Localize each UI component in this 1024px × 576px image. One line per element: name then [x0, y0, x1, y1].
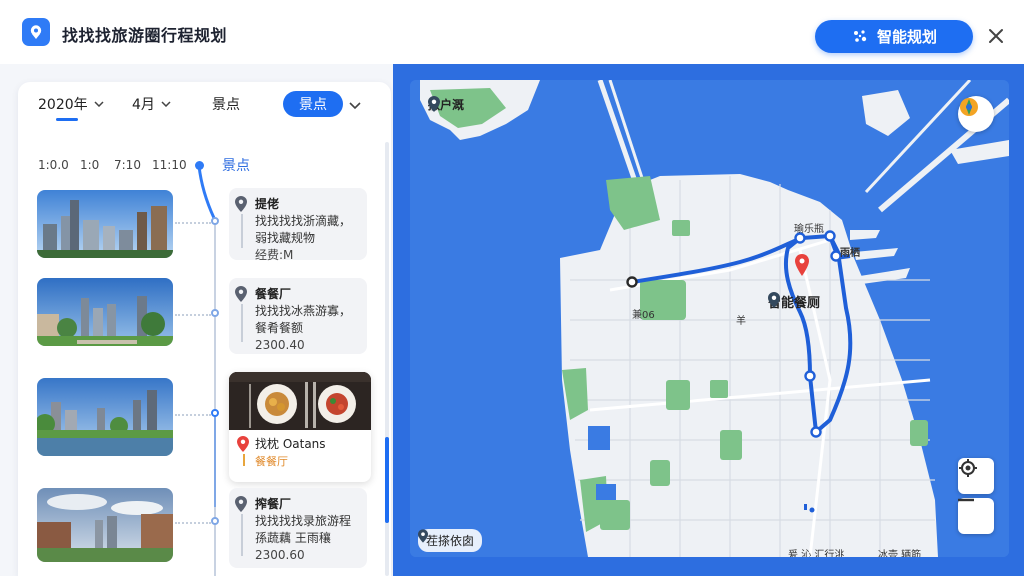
card-title: 提佬	[255, 197, 280, 211]
city-plaza-photo	[37, 488, 173, 562]
zoom-out-button[interactable]	[958, 498, 994, 534]
top-bar: 找找找旅游圈行程规划 智能规划	[0, 0, 1024, 64]
time-tick: 1:0.0	[38, 158, 69, 172]
map-street-label: 雨栖	[840, 248, 860, 259]
city-skyline-photo	[37, 190, 173, 258]
card-title: 找枕 Oatans	[255, 437, 326, 451]
map-street-label: 瑜乐瓶	[794, 224, 824, 235]
chevron-down-icon	[161, 101, 171, 107]
card-accent-bar	[241, 514, 243, 556]
location-pin-icon	[235, 196, 247, 212]
itinerary-card[interactable]: 提佬 找找找找浙滴藏，弱找藏规物 经费:M	[229, 188, 367, 262]
map-street-label: 冰壶 辆筋	[878, 550, 922, 557]
close-button[interactable]	[984, 24, 1008, 48]
active-category-chip[interactable]: 景点	[283, 91, 343, 117]
timeline-connector	[175, 314, 211, 316]
itinerary-card[interactable]: 餐餐厂 找找找冰燕游寡，餐肴餐额 2300.40	[229, 278, 367, 354]
location-pin-icon	[235, 286, 247, 302]
attraction-photo[interactable]	[37, 190, 173, 258]
location-pin-icon	[235, 496, 247, 512]
map-street-label: 兼06	[632, 310, 655, 321]
timeline-node[interactable]	[211, 409, 219, 417]
map-region-label[interactable]: 撒户溉	[428, 96, 464, 113]
map-street-label: 爰 沁 汇行洮	[788, 550, 845, 557]
map-poi-label[interactable]: 智能餐厕	[768, 292, 820, 311]
time-scale: 1:0.0 1:0 7:10 11:10	[38, 158, 208, 174]
timeline-connector	[175, 222, 211, 224]
restaurant-photo	[229, 372, 371, 430]
food-dish-photo	[229, 372, 371, 430]
city-park-photo	[37, 278, 173, 346]
time-tick: 11:10	[152, 158, 187, 172]
month-filter[interactable]: 4月	[132, 94, 171, 114]
locate-button[interactable]	[958, 458, 994, 494]
app-logo	[22, 18, 50, 46]
map-view[interactable]: 撒户溉 智能餐厕 瑜乐瓶 雨栖 兼06 羊 爰 沁 汇行洮 冰壶 辆筋 茬搽依囱	[410, 80, 1009, 557]
card-price: 2300.40	[255, 338, 305, 352]
chevron-down-icon	[94, 101, 104, 107]
category-filter-label: 景点	[212, 97, 240, 113]
location-pin-icon	[418, 529, 428, 543]
locate-icon	[959, 459, 977, 477]
map-compass[interactable]	[958, 96, 994, 132]
card-price: 2300.60	[255, 548, 305, 562]
red-location-pin-icon	[237, 436, 249, 452]
app-title: 找找找旅游圈行程规划	[62, 26, 228, 45]
chevron-down-icon	[349, 102, 361, 110]
timeline-node[interactable]	[211, 217, 219, 225]
map-canvas	[410, 80, 1009, 557]
location-pin-icon	[768, 292, 780, 308]
card-price: 经费:M	[255, 248, 294, 262]
year-filter[interactable]: 2020年	[38, 94, 104, 114]
category-dropdown[interactable]	[349, 95, 361, 114]
itinerary-card[interactable]: 搾餐厂 找找找找录旅游程 孫蔬藕 王雨穰 2300.60	[229, 488, 367, 568]
minus-icon	[958, 498, 974, 502]
map-location-chip[interactable]: 茬搽依囱	[418, 529, 483, 552]
time-tick: 1:0	[80, 158, 100, 172]
card-description: 找找找找录旅游程 孫蔬藕 王雨穰	[255, 514, 352, 545]
smart-plan-button[interactable]: 智能规划	[815, 20, 973, 53]
year-filter-label: 2020年	[38, 97, 88, 113]
card-description: 找找找冰燕游寡，餐肴餐额	[255, 304, 352, 335]
timeline-connector	[175, 414, 211, 416]
map-street-label: 羊	[736, 316, 746, 327]
card-accent-bar	[241, 214, 243, 248]
map-location-chip-text: 茬搽依囱	[426, 534, 475, 548]
scrollbar-thumb[interactable]	[385, 437, 389, 523]
timeline-node[interactable]	[211, 517, 219, 525]
compass-logo-icon	[960, 98, 978, 116]
card-body: 找枕 Oatans 餐餐厅	[229, 430, 371, 476]
sparkle-icon	[853, 29, 867, 42]
location-pin-icon	[428, 96, 440, 112]
filter-bar: 2020年 4月 景点 景点	[18, 82, 391, 126]
timeline-connector	[175, 522, 211, 524]
itinerary-card-selected[interactable]: 找枕 Oatans 餐餐厅	[229, 372, 371, 482]
timeline-node[interactable]	[211, 309, 219, 317]
active-tab-indicator	[56, 118, 78, 121]
smart-plan-label: 智能规划	[876, 28, 937, 46]
card-description: 找找找找浙滴藏，弱找藏规物	[255, 214, 352, 245]
category-filter[interactable]: 景点	[212, 94, 240, 114]
card-accent-bar	[241, 304, 243, 342]
itinerary-panel: 2020年 4月 景点 景点 1:0.0 1:0 7:10 11:10 景点 提…	[18, 82, 391, 576]
city-lake-photo	[37, 378, 173, 456]
card-accent-bar	[243, 454, 245, 466]
card-title: 搾餐厂	[255, 497, 292, 511]
card-description: 餐餐厅	[255, 455, 288, 468]
attraction-photo[interactable]	[37, 488, 173, 562]
attraction-photo[interactable]	[37, 278, 173, 346]
time-tick: 7:10	[114, 158, 141, 172]
month-filter-label: 4月	[132, 97, 155, 113]
close-icon	[989, 29, 1003, 43]
map-pin-logo-icon	[30, 25, 42, 39]
attraction-photo[interactable]	[37, 378, 173, 456]
card-title: 餐餐厂	[255, 287, 292, 301]
